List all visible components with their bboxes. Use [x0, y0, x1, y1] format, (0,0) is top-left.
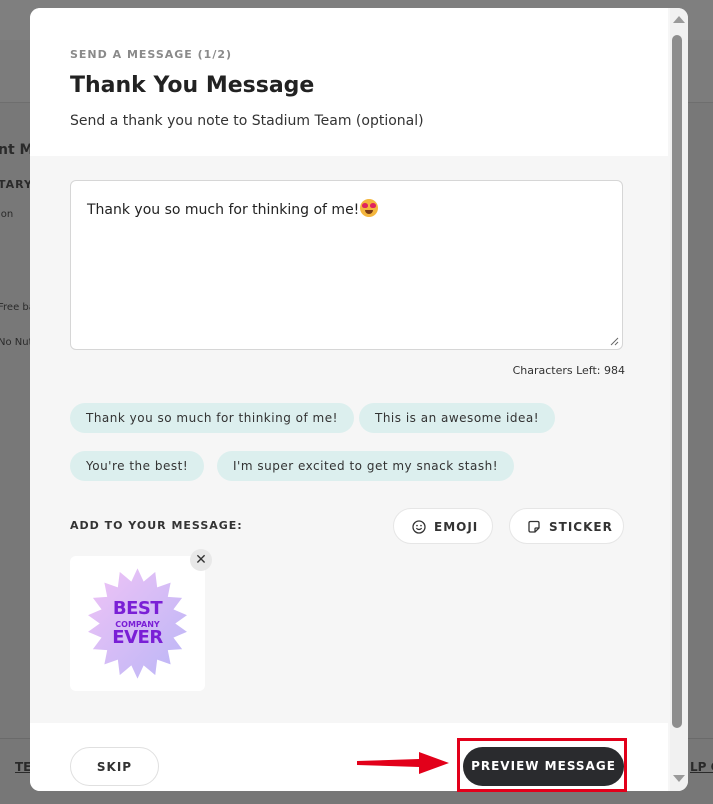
- sticker-text: EVER: [112, 627, 163, 648]
- emoji-button[interactable]: EMOJI: [393, 508, 493, 544]
- sticker-button[interactable]: STICKER: [509, 508, 624, 544]
- resize-handle-icon[interactable]: [610, 337, 619, 346]
- modal-subtitle: Send a thank you note to Stadium Team (o…: [70, 113, 424, 129]
- message-textarea[interactable]: Thank you so much for thinking of me!: [70, 180, 623, 350]
- selected-sticker: BEST COMPANY EVER: [70, 556, 205, 691]
- smiley-icon: [412, 520, 426, 534]
- scrollbar-thumb[interactable]: [672, 35, 682, 728]
- heart-eyes-emoji-icon: [360, 199, 379, 217]
- add-to-message-label: ADD TO YOUR MESSAGE:: [70, 519, 243, 532]
- suggestion-chip[interactable]: I'm super excited to get my snack stash!: [217, 451, 514, 481]
- annotation-arrow-icon: [357, 752, 449, 774]
- scroll-down-icon[interactable]: [673, 775, 685, 782]
- modal-title: Thank You Message: [70, 73, 315, 98]
- message-text: Thank you so much for thinking of me!: [87, 202, 360, 218]
- step-indicator: SEND A MESSAGE (1/2): [70, 48, 233, 61]
- suggestion-chip[interactable]: This is an awesome idea!: [359, 403, 556, 433]
- send-message-modal: SEND A MESSAGE (1/2) Thank You Message S…: [30, 8, 688, 791]
- annotation-highlight-box: [457, 738, 627, 792]
- remove-sticker-close-icon[interactable]: ✕: [190, 549, 212, 571]
- characters-left: Characters Left: 984: [512, 364, 625, 377]
- sticker-text: BEST: [112, 598, 163, 619]
- modal-header: SEND A MESSAGE (1/2) Thank You Message S…: [30, 8, 668, 156]
- background-label: TARY: [0, 178, 33, 191]
- sticker-icon: [528, 520, 540, 533]
- background-line: No Nut: [0, 337, 33, 348]
- sticker-button-label: STICKER: [549, 520, 613, 534]
- background-footer-link: LP C: [690, 760, 713, 774]
- skip-button[interactable]: SKIP: [70, 747, 159, 786]
- background-line: ion: [0, 209, 14, 220]
- suggestion-chip[interactable]: Thank you so much for thinking of me!: [70, 403, 354, 433]
- background-footer-link: TE: [15, 760, 32, 774]
- scroll-up-icon[interactable]: [673, 16, 685, 23]
- suggestion-chip[interactable]: You're the best!: [70, 451, 205, 481]
- emoji-button-label: EMOJI: [434, 520, 479, 534]
